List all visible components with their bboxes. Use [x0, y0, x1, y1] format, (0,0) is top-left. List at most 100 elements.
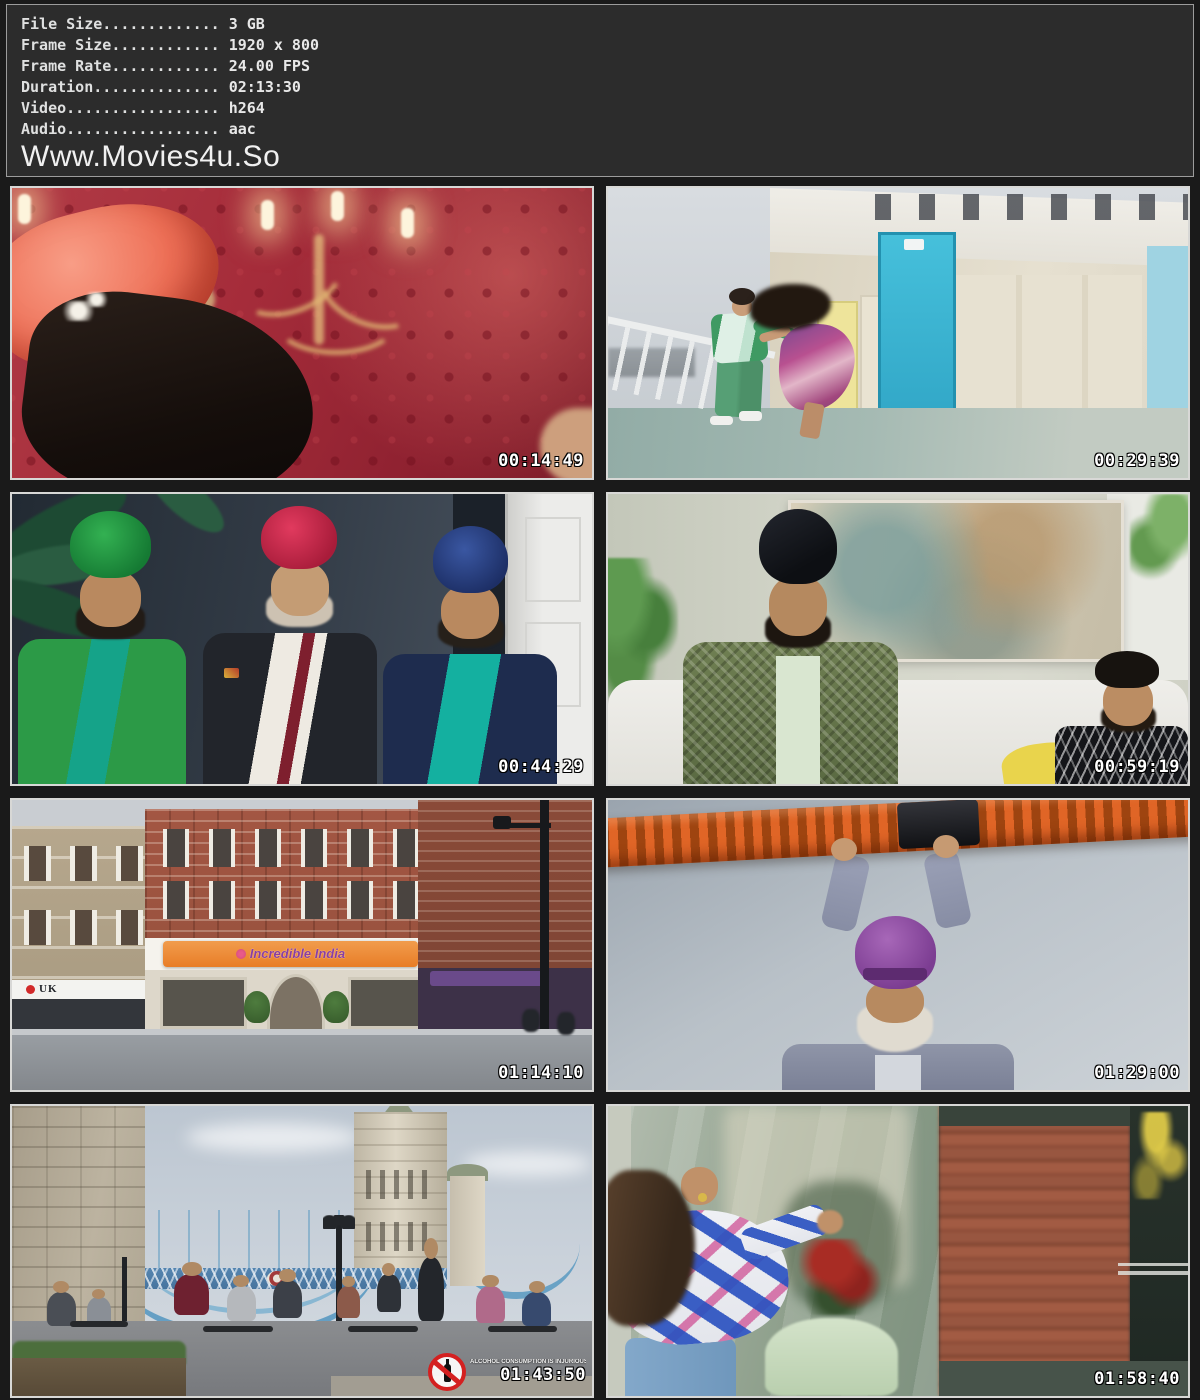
- dot-leader: ..............: [93, 78, 219, 96]
- timestamp: 01:29:00: [1094, 1063, 1180, 1083]
- house-plant: [608, 558, 678, 697]
- window-rail: [1118, 1271, 1188, 1274]
- scene-turban-closeup: [12, 188, 592, 478]
- timestamp: 01:58:40: [1094, 1369, 1180, 1389]
- pale-green-shirt: [776, 656, 820, 784]
- warning-text-block: ALCOHOL CONSUMPTION IS INJURIOUS TO HEAL…: [470, 1359, 586, 1385]
- green-turban: [70, 511, 151, 578]
- interior-lights: [1130, 1112, 1188, 1199]
- timestamp: 01:14:10: [498, 1063, 584, 1083]
- man-shoe: [710, 416, 733, 425]
- curb: [12, 1029, 592, 1035]
- cafe-table: [488, 1326, 558, 1332]
- motion-blurred-brick-pillar: [939, 1106, 1130, 1396]
- scene-london-street: UK Incredible India: [12, 800, 592, 1090]
- info-label: Audio: [21, 120, 66, 138]
- timestamp: 01:43:50: [500, 1365, 586, 1385]
- turret: [450, 1176, 485, 1286]
- site-watermark: Www.Movies4u.So: [21, 140, 1179, 174]
- seated-person: [377, 1274, 400, 1312]
- house-plant: [1130, 494, 1188, 581]
- hand: [817, 1210, 843, 1233]
- info-label: Duration: [21, 78, 93, 96]
- seated-person: [174, 1274, 209, 1315]
- info-label: Frame Size: [21, 36, 111, 54]
- shop-window: [160, 977, 247, 1029]
- lamp-post: [540, 800, 549, 1029]
- candle-glow: [18, 194, 31, 224]
- info-value: h264: [229, 99, 265, 117]
- topiary-tree: [323, 991, 349, 1023]
- pedestrian: [557, 1012, 574, 1035]
- lamp-heads: [323, 1215, 355, 1230]
- screenshot-tile-7: ALCOHOL CONSUMPTION IS INJURIOUS TO HEAL…: [10, 1104, 594, 1398]
- no-alcohol-icon: [428, 1353, 466, 1391]
- dot-leader: .................: [66, 120, 220, 138]
- info-line-file-size: File Size............. 3 GB: [21, 14, 1179, 35]
- screenshot-grid: 00:14:49: [0, 177, 1200, 1400]
- info-line-video: Video................. h264: [21, 98, 1179, 119]
- shop-logo-dot: [26, 985, 35, 994]
- right-shop-sign: [430, 971, 546, 986]
- dark-green-band: [939, 1106, 1130, 1126]
- info-label: Frame Rate: [21, 57, 111, 75]
- black-hair: [1095, 651, 1159, 689]
- scene-three-men: [12, 494, 592, 784]
- info-line-frame-rate: Frame Rate............ 24.00 FPS: [21, 56, 1179, 77]
- scene-pipe-hang: [608, 800, 1188, 1090]
- info-line-audio: Audio................. aac: [21, 119, 1179, 140]
- scene-living-room: [608, 494, 1188, 784]
- seated-person: [273, 1280, 302, 1318]
- info-line-frame-size: Frame Size............ 1920 x 800: [21, 35, 1179, 56]
- door-number-plate: [904, 239, 924, 251]
- window-row: [875, 194, 1188, 220]
- topiary-tree: [244, 991, 270, 1023]
- lamp-post: [122, 1257, 127, 1321]
- black-turban: [759, 509, 837, 584]
- flower-logo: [236, 949, 246, 959]
- screenshot-tile-3: 00:44:29: [10, 492, 594, 786]
- screenshot-tile-2: 00:29:39: [606, 186, 1190, 480]
- info-value: aac: [229, 120, 256, 138]
- man-legs: [714, 358, 763, 418]
- info-value: 24.00 FPS: [229, 57, 310, 75]
- seated-person: [522, 1292, 551, 1327]
- media-info-panel: File Size............. 3 GB Frame Size..…: [6, 4, 1194, 177]
- pale-green-planter: [765, 1318, 898, 1396]
- navy-turban: [433, 526, 508, 593]
- lamp-head: [493, 816, 510, 829]
- screenshot-tile-6: 01:29:00: [606, 798, 1190, 1092]
- hand: [831, 838, 857, 861]
- timestamp: 00:29:39: [1094, 451, 1180, 471]
- window-band: [163, 881, 418, 919]
- abstract-painting: [788, 500, 1125, 663]
- screenshot-tile-1: 00:14:49: [10, 186, 594, 480]
- window-band: [24, 846, 157, 881]
- seated-person: [227, 1286, 256, 1321]
- window-band: [24, 910, 157, 945]
- chandelier-arm: [273, 287, 399, 355]
- jeans: [625, 1338, 735, 1396]
- window-band: [163, 829, 418, 867]
- info-value: 3 GB: [229, 15, 265, 33]
- dot-leader: ............: [111, 36, 219, 54]
- info-value: 02:13:30: [229, 78, 301, 96]
- incredible-india-sign: Incredible India: [163, 941, 418, 967]
- scene-beach-huts: [608, 188, 1188, 478]
- info-value: 1920 x 800: [229, 36, 319, 54]
- face: [769, 575, 827, 636]
- window-rail: [1118, 1263, 1188, 1266]
- red-flowers: [799, 1239, 880, 1314]
- corner-sign-text: UK: [39, 983, 58, 995]
- seated-person: [337, 1286, 360, 1318]
- candle-glow: [401, 208, 414, 238]
- alcohol-warning: ALCOHOL CONSUMPTION IS INJURIOUS TO HEAL…: [428, 1353, 586, 1391]
- shop-sign-text: Incredible India: [250, 946, 345, 961]
- dot-leader: .................: [66, 99, 220, 117]
- wooden-planter: [12, 1358, 186, 1396]
- screenshot-tile-8: 01:58:40: [606, 1104, 1190, 1398]
- pocket-square: [224, 668, 239, 678]
- pedestrian: [522, 1009, 539, 1032]
- face: [80, 569, 141, 627]
- info-label: Video: [21, 99, 66, 117]
